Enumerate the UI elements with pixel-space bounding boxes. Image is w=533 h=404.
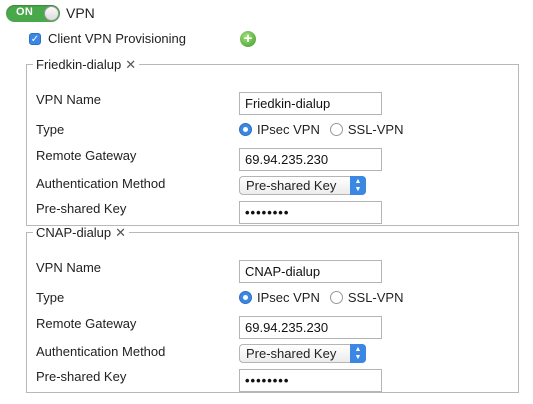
vpn-name-input[interactable]: CNAP-dialup — [239, 260, 382, 283]
type-radio-group: IPsec VPN SSL-VPN — [239, 122, 404, 137]
ipsec-label: IPsec VPN — [257, 290, 320, 305]
vpn-name-label: VPN Name — [36, 260, 102, 275]
vpn-name-label: VPN Name — [36, 92, 102, 107]
psk-label: Pre-shared Key — [36, 369, 127, 384]
provisioning-checkbox[interactable]: ✓ — [29, 32, 41, 45]
profile-title: Friedkin-dialup — [36, 57, 122, 72]
remote-gateway-input[interactable]: 69.94.235.230 — [239, 148, 382, 171]
vpn-profile-card: Friedkin-dialup ✕ VPN Name Friedkin-dialu… — [26, 58, 519, 226]
auth-method-label: Authentication Method — [36, 176, 166, 191]
auth-method-select[interactable]: Pre-shared Key ▲ ▼ — [239, 176, 366, 195]
type-label: Type — [36, 290, 65, 305]
psk-label: Pre-shared Key — [36, 201, 127, 216]
select-arrows-icon: ▲ ▼ — [350, 176, 366, 195]
profile-title-row: CNAP-dialup ✕ — [33, 226, 129, 239]
vpn-label: VPN — [66, 5, 95, 21]
ipsec-label: IPsec VPN — [257, 122, 320, 137]
ssl-vpn-label: SSL-VPN — [347, 122, 404, 137]
ssl-vpn-label: SSL-VPN — [347, 290, 404, 305]
remote-gateway-input[interactable]: 69.94.235.230 — [239, 316, 382, 339]
vpn-profile-card: CNAP-dialup ✕ VPN Name CNAP-dialup Type I… — [26, 226, 519, 393]
auth-method-value: Pre-shared Key — [246, 346, 337, 361]
ipsec-radio[interactable] — [239, 291, 252, 304]
profile-title: CNAP-dialup — [36, 225, 112, 240]
remove-profile-icon[interactable]: ✕ — [115, 225, 126, 240]
vpn-name-input[interactable]: Friedkin-dialup — [239, 92, 382, 115]
ssl-vpn-radio[interactable] — [329, 123, 343, 136]
select-arrows-icon: ▲ ▼ — [350, 344, 366, 363]
type-radio-group: IPsec VPN SSL-VPN — [239, 290, 404, 305]
psk-input[interactable]: •••••••• — [239, 201, 382, 224]
client-vpn-provisioning[interactable]: ✓ Client VPN Provisioning — [29, 31, 186, 46]
profile-title-row: Friedkin-dialup ✕ — [33, 58, 139, 71]
ssl-vpn-radio[interactable] — [329, 291, 343, 304]
ipsec-radio[interactable] — [239, 123, 252, 136]
remove-profile-icon[interactable]: ✕ — [125, 57, 136, 72]
provisioning-label: Client VPN Provisioning — [48, 31, 187, 46]
auth-method-select[interactable]: Pre-shared Key ▲ ▼ — [239, 344, 366, 363]
add-profile-icon[interactable]: + — [240, 31, 256, 47]
remote-gateway-label: Remote Gateway — [36, 148, 137, 163]
vpn-toggle-label: ON — [16, 6, 34, 18]
type-label: Type — [36, 122, 65, 137]
toggle-knob — [44, 6, 59, 21]
vpn-toggle[interactable]: ON — [6, 5, 60, 22]
auth-method-value: Pre-shared Key — [246, 178, 337, 193]
psk-input[interactable]: •••••••• — [239, 369, 382, 392]
auth-method-label: Authentication Method — [36, 344, 166, 359]
remote-gateway-label: Remote Gateway — [36, 316, 137, 331]
